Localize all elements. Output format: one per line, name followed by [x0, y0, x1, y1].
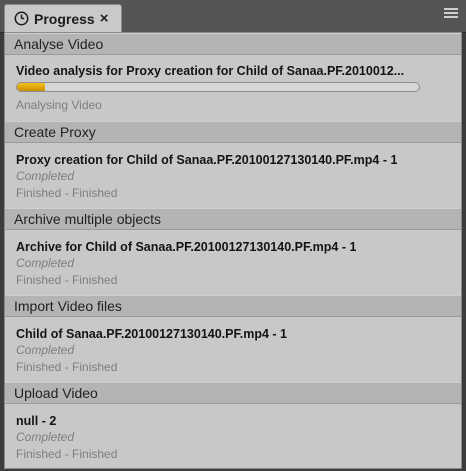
progress-window: Progress × Analyse Video Video analysis …	[0, 0, 466, 471]
job-item[interactable]: Proxy creation for Child of Sanaa.PF.201…	[5, 143, 461, 208]
progress-list: Analyse Video Video analysis for Proxy c…	[4, 32, 462, 469]
tab-bar: Progress ×	[0, 0, 466, 33]
progress-bar	[16, 82, 420, 92]
job-item[interactable]: Video analysis for Proxy creation for Ch…	[5, 55, 461, 121]
section-header-upload-video[interactable]: Upload Video	[5, 382, 461, 404]
job-detail: Finished - Finished	[16, 360, 118, 374]
job-title: Video analysis for Proxy creation for Ch…	[16, 64, 405, 78]
tab-progress[interactable]: Progress ×	[4, 4, 122, 32]
job-status: Completed	[16, 343, 75, 357]
job-title: Archive for Child of Sanaa.PF.2010012713…	[16, 240, 357, 254]
section-header-create-proxy[interactable]: Create Proxy	[5, 121, 461, 143]
job-status: Completed	[16, 256, 75, 270]
tab-title: Progress	[34, 10, 95, 27]
job-item[interactable]: Child of Sanaa.PF.20100127130140.PF.mp4 …	[5, 317, 461, 382]
section-header-analyse-video[interactable]: Analyse Video	[5, 33, 461, 55]
job-detail: Analysing Video	[16, 98, 102, 112]
job-item[interactable]: null - 2 Completed Finished - Finished	[5, 404, 461, 468]
job-status: Completed	[16, 430, 75, 444]
job-detail: Finished - Finished	[16, 447, 118, 461]
job-status: Completed	[16, 169, 75, 183]
section-header-archive-multiple-objects[interactable]: Archive multiple objects	[5, 208, 461, 230]
close-tab-icon[interactable]: ×	[100, 11, 109, 26]
job-title: Child of Sanaa.PF.20100127130140.PF.mp4 …	[16, 327, 287, 341]
hamburger-menu-icon[interactable]	[444, 8, 458, 22]
job-title: Proxy creation for Child of Sanaa.PF.201…	[16, 153, 398, 167]
section-header-import-video-files[interactable]: Import Video files	[5, 295, 461, 317]
job-item[interactable]: Archive for Child of Sanaa.PF.2010012713…	[5, 230, 461, 295]
progress-bar-fill	[17, 83, 46, 91]
job-detail: Finished - Finished	[16, 186, 118, 200]
job-detail: Finished - Finished	[16, 273, 118, 287]
job-title: null - 2	[16, 414, 57, 428]
clock-icon	[14, 11, 29, 26]
